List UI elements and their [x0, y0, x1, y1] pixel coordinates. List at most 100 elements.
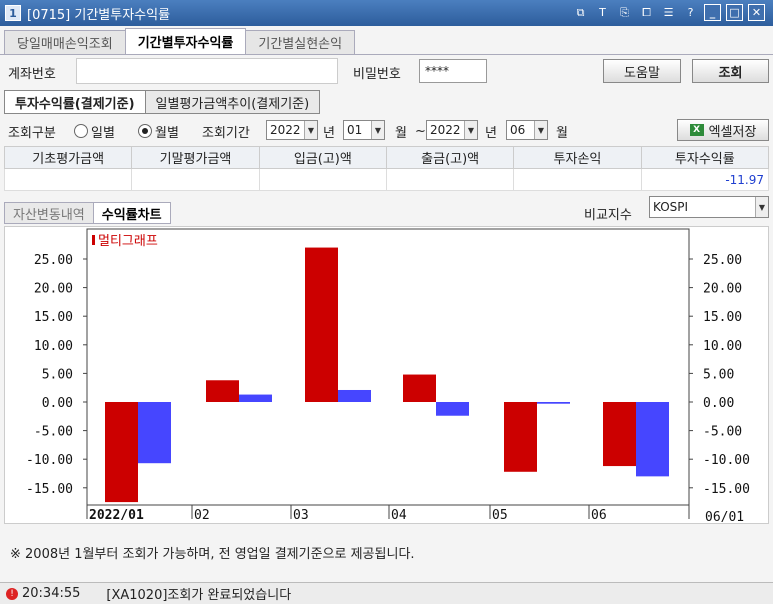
help-button[interactable]: 도움말: [603, 59, 681, 83]
radio-daily[interactable]: 일별: [74, 121, 115, 141]
title-tools: ⧉ T ⎘ ⧠ ☰ ? _ □ ✕: [572, 4, 765, 21]
capture-icon[interactable]: ⧠: [638, 4, 655, 21]
x-tick-label: 06: [591, 508, 607, 523]
from-year-value: 2022: [270, 123, 301, 137]
value-begin-valuation: [3, 168, 133, 191]
tab-return-chart[interactable]: 수익률차트: [92, 202, 171, 224]
value-investment-pnl: [513, 168, 642, 191]
chevron-down-icon[interactable]: ▼: [755, 197, 768, 217]
y-tick-label-left: 15.00: [34, 310, 73, 325]
chevron-down-icon[interactable]: ▼: [304, 121, 317, 139]
value-return-rate: -11.97: [640, 168, 770, 191]
criteria-row: 조회구분 일별 월별 조회기간 2022 ▼ 년 01 ▼ 월 ~ 2022 ▼…: [0, 119, 773, 143]
y-tick-label-right: 25.00: [703, 253, 742, 268]
y-tick-label-left: -10.00: [26, 453, 73, 468]
password-field[interactable]: ****: [419, 59, 487, 83]
to-month-value: 06: [510, 123, 526, 137]
range-tilde: ~: [415, 123, 426, 139]
tab-period-return[interactable]: 기간별투자수익률: [124, 28, 247, 54]
alert-icon: !: [6, 587, 18, 600]
minimize-icon[interactable]: _: [704, 4, 721, 21]
title-bar: 1 [0715] 기간별투자수익률 ⧉ T ⎘ ⧠ ☰ ? _ □ ✕: [0, 0, 773, 26]
bar-series2: [636, 402, 669, 477]
radio-daily-label: 일별: [91, 125, 115, 141]
y-tick-label-left: -15.00: [26, 482, 73, 497]
y-tick-label-right: -10.00: [703, 453, 750, 468]
radio-monthly-circle[interactable]: [138, 124, 152, 138]
bar-series1: [603, 402, 636, 467]
tab-asset-changes[interactable]: 자산변동내역: [4, 202, 94, 224]
close-icon[interactable]: ✕: [748, 4, 765, 21]
month-unit-2: 월: [556, 125, 568, 141]
help-icon[interactable]: ?: [682, 4, 699, 21]
compare-index-value: KOSPI: [653, 200, 689, 214]
compare-index-label: 비교지수: [584, 208, 632, 223]
status-message: [XA1020]조회가 완료되었습니다: [106, 588, 292, 603]
radio-monthly[interactable]: 월별: [138, 121, 179, 141]
account-field[interactable]: [76, 58, 338, 84]
y-tick-label-right: -15.00: [703, 482, 750, 497]
tab-period-realized-pnl[interactable]: 기간별실현손익: [245, 30, 356, 54]
excel-save-button[interactable]: X 엑셀저장: [677, 119, 769, 141]
summary-header-row: 기초평가금액 기말평가금액 입금(고)액 출금(고)액 투자손익 투자수익률: [3, 146, 770, 169]
bar-series2: [537, 402, 570, 404]
to-year-select[interactable]: 2022 ▼: [426, 120, 478, 140]
maximize-icon[interactable]: □: [726, 4, 743, 21]
to-month-select[interactable]: 06 ▼: [506, 120, 548, 140]
header-withdrawal: 출금(고)액: [385, 146, 515, 169]
from-year-select[interactable]: 2022 ▼: [266, 120, 318, 140]
query-button[interactable]: 조회: [692, 59, 769, 83]
x-tick-label: 05: [492, 508, 508, 523]
y-tick-label-left: 25.00: [34, 253, 73, 268]
x-end-label: 06/01: [705, 510, 744, 525]
bar-series1: [403, 374, 436, 402]
tab-return-settlement[interactable]: 투자수익률(결제기준): [4, 90, 146, 114]
legend-label: 멀티그래프: [98, 234, 158, 249]
text-icon[interactable]: T: [594, 4, 611, 21]
bar-series2: [436, 402, 469, 416]
x-tick-label: 2022/01: [89, 508, 144, 523]
header-investment-pnl: 투자손익: [513, 146, 642, 169]
header-end-valuation: 기말평가금액: [131, 146, 260, 169]
return-chart: 25.00 25.00 20.00 20.00 15.00 15.00 10.00 10.00…: [4, 226, 769, 525]
to-year-value: 2022: [430, 123, 461, 137]
bar-series2: [138, 402, 171, 464]
header-begin-valuation: 기초평가금액: [3, 146, 133, 169]
tab-divider: [0, 54, 773, 55]
account-label: 계좌번호: [8, 67, 56, 82]
x-tick-label: 03: [293, 508, 309, 523]
list-icon[interactable]: ☰: [660, 4, 677, 21]
header-deposit: 입금(고)액: [258, 146, 387, 169]
chevron-down-icon[interactable]: ▼: [534, 121, 547, 139]
tab-daily-trade-pnl[interactable]: 당일매매손익조회: [4, 30, 126, 54]
link-icon[interactable]: ⧉: [572, 4, 589, 21]
window-badge: 1: [5, 5, 21, 21]
bar-series1: [504, 402, 537, 472]
y-tick-label-right: -5.00: [703, 425, 742, 440]
password-label: 비밀번호: [353, 67, 401, 82]
main-tabs: 당일매매손익조회 기간별투자수익률 기간별실현손익: [4, 28, 356, 54]
y-tick-label-right: 20.00: [703, 282, 742, 297]
y-tick-label-left: 10.00: [34, 339, 73, 354]
y-tick-label-left: 5.00: [42, 367, 73, 382]
from-month-select[interactable]: 01 ▼: [343, 120, 385, 140]
window-title: [0715] 기간별투자수익률: [27, 7, 171, 23]
chevron-down-icon[interactable]: ▼: [371, 121, 384, 139]
radio-monthly-label: 월별: [155, 125, 179, 141]
summary-value-row: -11.97: [3, 168, 770, 191]
copy-icon[interactable]: ⎘: [616, 4, 633, 21]
bar-series1: [206, 380, 239, 402]
y-tick-label-left: 20.00: [34, 282, 73, 297]
chart-svg: 25.00 25.00 20.00 20.00 15.00 15.00 10.00 10.00…: [26, 228, 750, 525]
type-label: 조회구분: [8, 125, 56, 141]
chevron-down-icon[interactable]: ▼: [464, 121, 477, 139]
status-time: 20:34:55: [22, 586, 81, 601]
plot-frame: [86, 228, 690, 506]
x-tick-label: 02: [194, 508, 210, 523]
month-unit-1: 월: [395, 125, 407, 141]
value-deposit: [258, 168, 387, 191]
compare-index-select[interactable]: KOSPI ▼: [649, 196, 769, 218]
legend-marker: [92, 235, 95, 245]
radio-daily-circle[interactable]: [74, 124, 88, 138]
tab-daily-valuation[interactable]: 일별평가금액추이(결제기준): [144, 90, 321, 114]
